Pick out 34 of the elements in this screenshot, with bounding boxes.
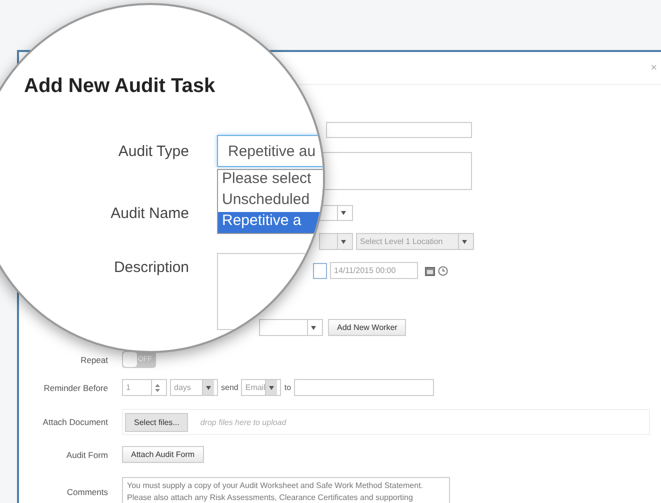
caret-icon	[269, 386, 274, 390]
date-field[interactable]: 14/11/2015 00:00	[330, 262, 418, 279]
attach-audit-form-button[interactable]: Attach Audit Form	[122, 446, 204, 463]
dialog-title: Add New Audit Task	[24, 75, 216, 98]
calendar-icon[interactable]	[425, 266, 435, 276]
comments-field[interactable]: You must supply a copy of your Audit Worksheet and Safe Work Method Statement. Please also attach any Risk Assessments, Clearance Certificates and supporting	[122, 477, 450, 503]
audit-type-select[interactable]: Repetitive au	[217, 135, 323, 167]
audit-form-label: Audit Form	[65, 450, 108, 460]
amount-field[interactable]: 1	[122, 379, 167, 396]
attach-label: Attach Document	[42, 417, 108, 427]
select-files-button[interactable]: Select files...	[125, 412, 188, 432]
caret-icon	[206, 386, 211, 390]
recipient-field[interactable]	[294, 379, 434, 396]
caret-icon	[462, 240, 467, 244]
to-label: to	[284, 383, 292, 392]
repeat-label: Repeat	[80, 354, 108, 364]
drop-hint: drop files here to upload	[200, 418, 286, 426]
select-field[interactable]	[319, 233, 353, 250]
description-label: Description	[114, 259, 189, 276]
unit-select[interactable]: days	[170, 379, 218, 396]
audit-name-label: Audit Name	[110, 205, 189, 222]
audit-type-field[interactable]	[326, 122, 472, 138]
drop-zone[interactable]: Select files... drop files here to upload	[122, 409, 650, 435]
reminder-label: Reminder Before	[42, 382, 108, 392]
audit-type-label: Audit Type	[118, 142, 189, 160]
comments-label: Comments	[66, 487, 108, 497]
spinner-icon	[155, 384, 160, 392]
add-worker-button[interactable]: Add New Worker	[328, 319, 406, 336]
caret-icon	[341, 211, 346, 215]
send-label: send	[221, 383, 238, 392]
caret-icon	[341, 240, 346, 244]
channel-select[interactable]: Email	[241, 379, 282, 396]
clock-icon[interactable]	[438, 266, 448, 276]
close-button[interactable]: ×	[650, 62, 657, 74]
